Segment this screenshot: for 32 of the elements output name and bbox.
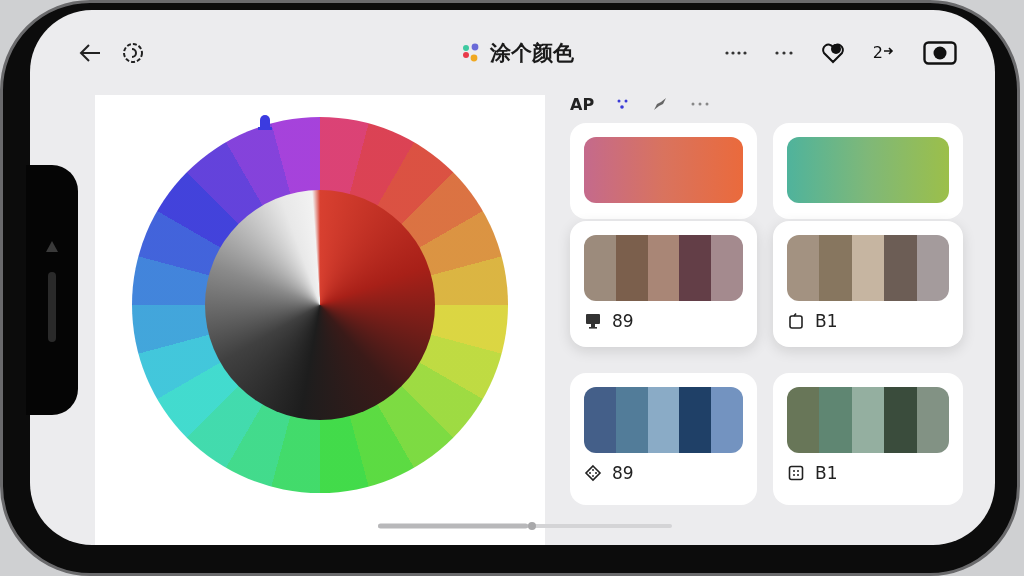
palette-swatch[interactable]: [787, 235, 949, 301]
record-icon[interactable]: [923, 40, 957, 65]
diamond-icon: [584, 464, 602, 482]
palette-card[interactable]: B1: [773, 373, 963, 505]
redo-counter[interactable]: 2: [872, 43, 883, 62]
heart-icon[interactable]: [820, 41, 845, 64]
palette-swatch[interactable]: [787, 387, 949, 453]
palette-count: 89: [612, 311, 634, 331]
palette-card[interactable]: 89: [570, 373, 757, 505]
app-title: 涂个颜色: [489, 39, 574, 67]
palette-swatch[interactable]: [584, 387, 743, 453]
more-icon[interactable]: [774, 50, 793, 55]
brush-icon[interactable]: [652, 96, 669, 112]
palette-count: B1: [815, 463, 838, 483]
palette-card[interactable]: [773, 123, 963, 219]
more-icon[interactable]: [724, 50, 747, 55]
gradient-swatch[interactable]: [584, 137, 743, 203]
palette-count: 89: [612, 463, 634, 483]
picker-handle-icon[interactable]: [257, 113, 273, 131]
palette-swatch[interactable]: [584, 235, 743, 301]
back-icon[interactable]: [78, 42, 102, 63]
palette-card[interactable]: 89: [570, 221, 757, 347]
app-logo-icon: [461, 42, 480, 63]
font-tool[interactable]: AP: [570, 94, 595, 114]
palette-card[interactable]: [570, 123, 757, 219]
monitor-icon: [584, 312, 602, 330]
palette-count: B1: [815, 311, 838, 331]
tablet-icon: [787, 312, 805, 330]
grid-icon: [787, 464, 805, 482]
gradient-swatch[interactable]: [787, 137, 949, 203]
speaker-grille: [48, 272, 56, 342]
palette-card[interactable]: B1: [773, 221, 963, 347]
